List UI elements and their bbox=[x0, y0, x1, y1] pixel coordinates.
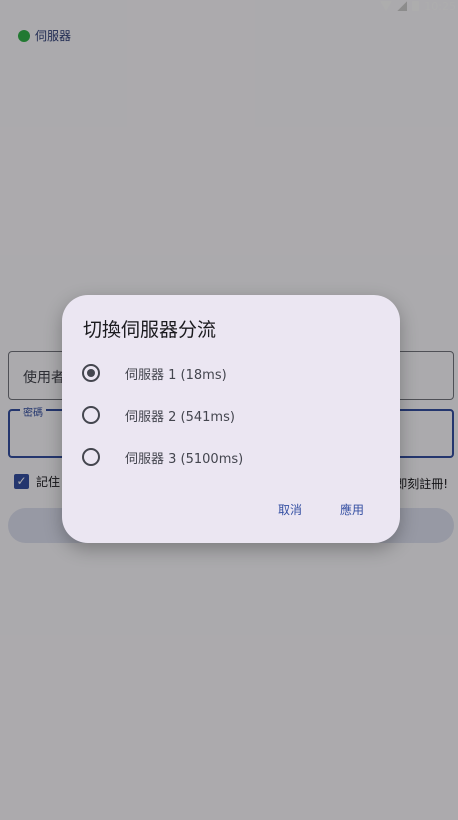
server-option-1[interactable]: 伺服器 1 (18ms) bbox=[82, 361, 227, 385]
radio-button[interactable] bbox=[82, 406, 100, 424]
dialog-title: 切換伺服器分流 bbox=[83, 319, 217, 341]
radio-button[interactable] bbox=[82, 448, 100, 466]
server-option-3[interactable]: 伺服器 3 (5100ms) bbox=[82, 445, 243, 469]
dialog-actions: 取消 應用 bbox=[278, 501, 364, 518]
apply-button[interactable]: 應用 bbox=[340, 501, 364, 518]
server-option-label: 伺服器 3 (5100ms) bbox=[125, 451, 244, 467]
radio-button-selected[interactable] bbox=[82, 364, 100, 382]
server-option-2[interactable]: 伺服器 2 (541ms) bbox=[82, 403, 235, 427]
cancel-button[interactable]: 取消 bbox=[278, 501, 302, 518]
server-switch-dialog: 切換伺服器分流 伺服器 1 (18ms) 伺服器 2 (541ms) 伺服器 3… bbox=[62, 295, 400, 543]
server-option-label: 伺服器 1 (18ms) bbox=[125, 367, 227, 383]
server-option-label: 伺服器 2 (541ms) bbox=[125, 409, 235, 425]
